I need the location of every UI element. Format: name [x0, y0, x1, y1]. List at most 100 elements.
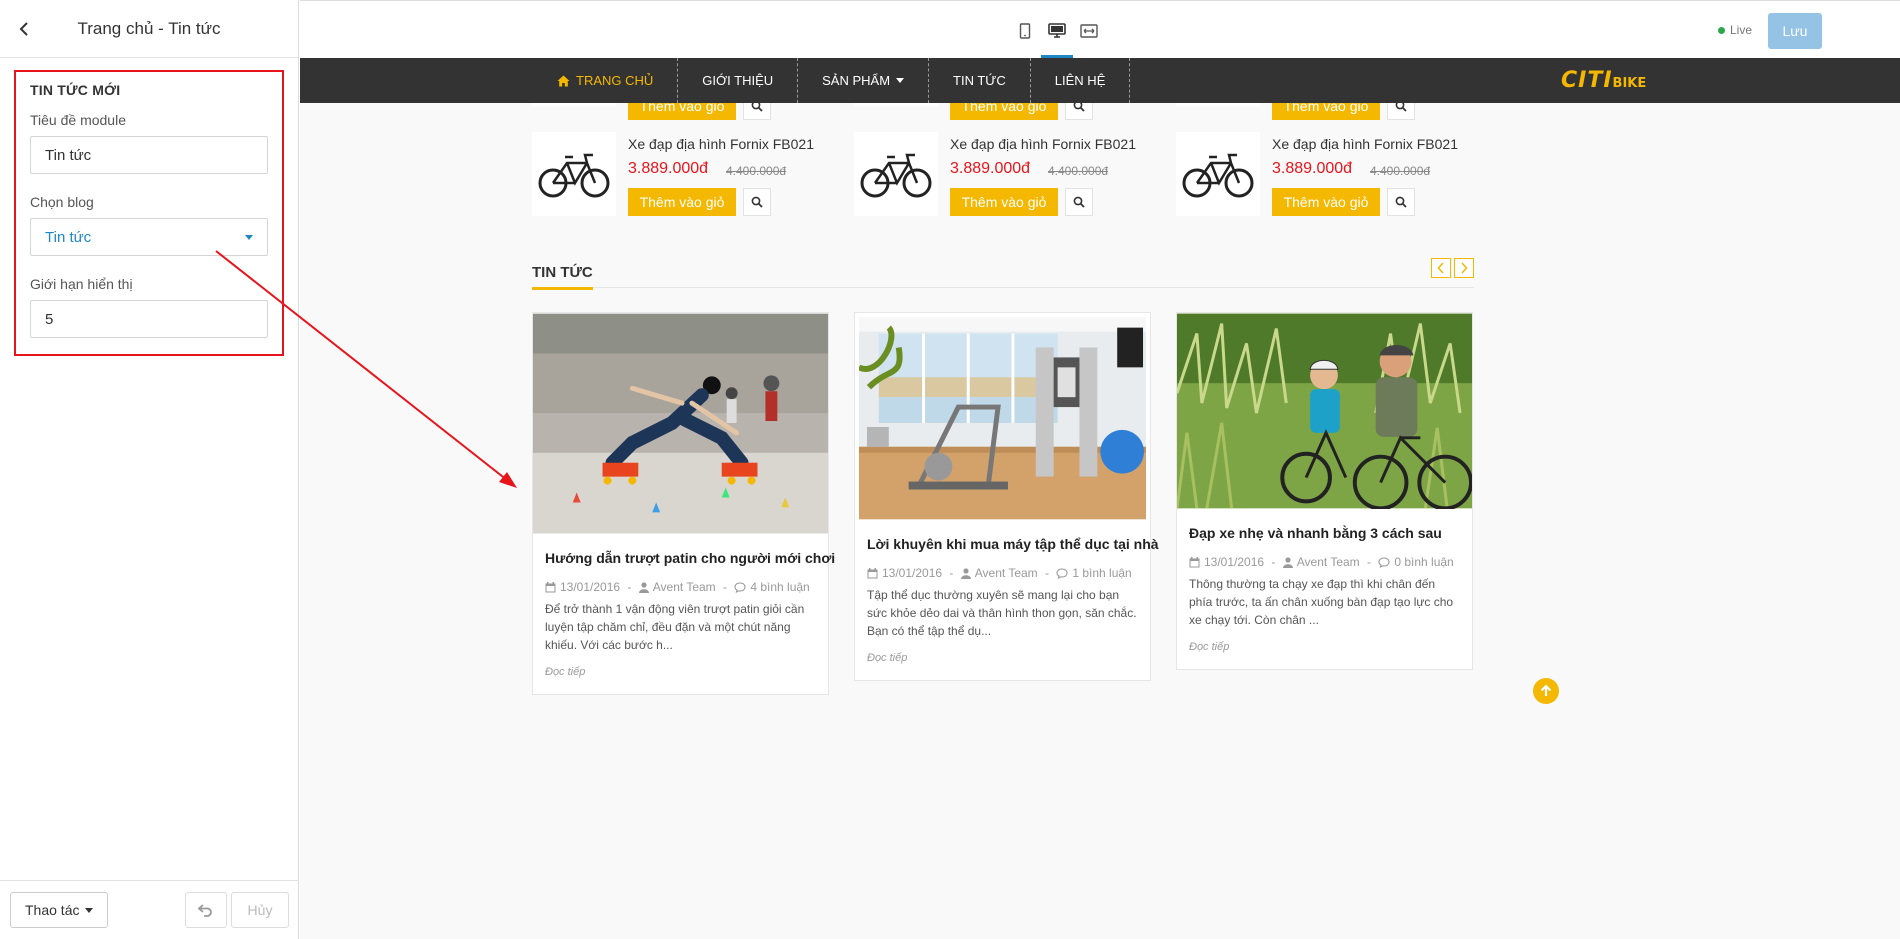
back-to-top-button[interactable]: [1533, 678, 1559, 704]
mobile-view-button[interactable]: [1015, 21, 1035, 41]
article-meta: 13/01/2016 - Avent Team - 0 bình luận: [1189, 555, 1460, 569]
article-title[interactable]: Đạp xe nhẹ và nhanh bằng 3 cách sau: [1189, 525, 1460, 541]
add-to-cart-button[interactable]: Thêm vào giỏ: [950, 188, 1058, 216]
news-prev-button[interactable]: [1431, 258, 1451, 278]
article-author: Avent Team: [652, 580, 716, 594]
nav-item-contact[interactable]: LIÊN HỆ: [1031, 58, 1131, 103]
undo-button[interactable]: [185, 892, 227, 928]
status-dot-icon: [1718, 26, 1725, 34]
news-carousel-arrows: [1431, 258, 1474, 278]
article-date: 13/01/2016: [882, 566, 943, 580]
product-name[interactable]: Xe đạp địa hình Fornix FB021: [1272, 136, 1458, 152]
nav-item-about[interactable]: GIỚI THIỆU: [678, 58, 799, 103]
nav-label: TIN TỨC: [953, 73, 1006, 88]
read-more-link[interactable]: Đọc tiếp: [1189, 641, 1229, 653]
product-item: Xe đạp địa hình Fornix FB021 3.889.000đ …: [854, 132, 1184, 216]
quick-view-button[interactable]: [1065, 188, 1093, 216]
home-icon: [557, 75, 570, 86]
article-image[interactable]: [859, 317, 1146, 520]
read-more-link[interactable]: Đọc tiếp: [867, 652, 907, 664]
meta-separator: -: [1363, 555, 1375, 569]
quick-view-button[interactable]: [1387, 188, 1415, 216]
logo-part-1: CITI: [1561, 68, 1613, 93]
editor-footer: Thao tác Hủy: [0, 880, 299, 939]
site-logo[interactable]: CITI BIKE: [1561, 68, 1646, 93]
blog-label: Chọn blog: [30, 194, 94, 210]
article-comments[interactable]: 0 bình luận: [1394, 555, 1453, 569]
user-icon: [960, 567, 971, 579]
product-image[interactable]: [1176, 132, 1260, 216]
meta-separator: -: [1041, 566, 1053, 580]
news-section-header: TIN TỨC: [532, 258, 1474, 290]
device-switcher: [1015, 21, 1099, 58]
news-next-button[interactable]: [1454, 258, 1474, 278]
article-body: Hướng dẫn trượt patin cho người mới chơi…: [533, 534, 835, 694]
blog-select-value: Tin tức: [45, 228, 92, 246]
logo-part-2: BIKE: [1612, 76, 1647, 91]
search-icon: [1395, 196, 1407, 208]
article-image-wrapper: [855, 313, 1150, 520]
comment-icon: [1378, 556, 1390, 568]
bicycle-image-icon: [860, 153, 932, 198]
article-image[interactable]: [533, 313, 828, 534]
article-title[interactable]: Hướng dẫn trượt patin cho người mới chơi: [545, 550, 835, 566]
nav-item-news[interactable]: TIN TỨC: [929, 58, 1031, 103]
product-old-price: 4.400.000đ: [1048, 164, 1109, 178]
editor-header: Trang chủ - Tin tức: [0, 0, 298, 58]
live-label: Live: [1730, 23, 1753, 37]
product-image[interactable]: [854, 132, 938, 216]
limit-input[interactable]: 5: [30, 300, 268, 338]
desktop-view-button[interactable]: [1041, 21, 1073, 58]
article-excerpt: Tập thể dục thường xuyên sẽ mang lại cho…: [867, 588, 1137, 638]
main-menu: TRANG CHỦ GIỚI THIỆU SẢN PHẨM TIN TỨC LI…: [533, 58, 1131, 103]
fullwidth-view-button[interactable]: [1079, 21, 1099, 41]
article-title[interactable]: Lời khuyên khi mua máy tập thể dục tại n…: [867, 536, 1159, 552]
article-author: Avent Team: [1296, 555, 1360, 569]
section-title: TIN TỨC MỚI: [30, 82, 121, 98]
nav-label: SẢN PHẨM: [822, 73, 891, 88]
desktop-icon: [1048, 23, 1066, 38]
blog-select[interactable]: Tin tức: [30, 218, 268, 256]
product-name[interactable]: Xe đạp địa hình Fornix FB021: [950, 136, 1136, 152]
article-card: Lời khuyên khi mua máy tập thể dục tại n…: [854, 312, 1159, 681]
news-section-title: TIN TỨC: [532, 264, 593, 290]
article-body: Đạp xe nhẹ và nhanh bằng 3 cách sau 13/0…: [1177, 509, 1472, 669]
nav-label: LIÊN HỆ: [1054, 73, 1106, 88]
article-image[interactable]: [1177, 313, 1472, 509]
product-price: 3.889.000đ: [950, 160, 1031, 177]
bicycle-image-icon: [538, 153, 610, 198]
undo-icon: [198, 904, 212, 917]
product-image[interactable]: [532, 132, 616, 216]
site-preview: TRANG CHỦ GIỚI THIỆU SẢN PHẨM TIN TỨC LI…: [300, 58, 1900, 939]
article-comments[interactable]: 4 bình luận: [750, 580, 809, 594]
caret-down-icon: [245, 234, 253, 240]
actions-label: Thao tác: [25, 902, 80, 918]
add-to-cart-button[interactable]: Thêm vào giỏ: [628, 188, 736, 216]
nav-item-products[interactable]: SẢN PHẨM: [798, 58, 930, 103]
actions-dropdown-button[interactable]: Thao tác: [10, 892, 109, 928]
user-icon: [1282, 556, 1293, 568]
article-comments[interactable]: 1 bình luận: [1072, 566, 1131, 580]
chevron-left-icon: [19, 22, 28, 36]
chevron-left-icon: [1437, 262, 1444, 274]
live-status: Live: [1718, 23, 1752, 37]
save-button[interactable]: Lưu: [1768, 13, 1822, 49]
article-meta: 13/01/2016 - Avent Team - 1 bình luận: [867, 566, 1138, 580]
product-name[interactable]: Xe đạp địa hình Fornix FB021: [628, 136, 814, 152]
read-more-link[interactable]: Đọc tiếp: [545, 666, 585, 678]
module-title-input[interactable]: Tin tức: [30, 136, 268, 174]
editor-panel: Trang chủ - Tin tức TIN TỨC MỚI Tiêu đề …: [0, 0, 299, 939]
article-card: Hướng dẫn trượt patin cho người mới chơi…: [532, 312, 835, 695]
limit-label: Giới hạn hiển thị: [30, 276, 133, 292]
limit-value: 5: [45, 310, 54, 328]
product-price: 3.889.000đ: [1272, 160, 1353, 177]
add-to-cart-button[interactable]: Thêm vào giỏ: [1272, 188, 1380, 216]
back-button[interactable]: [10, 14, 38, 44]
nav-item-home[interactable]: TRANG CHỦ: [533, 58, 679, 103]
site-navbar: TRANG CHỦ GIỚI THIỆU SẢN PHẨM TIN TỨC LI…: [300, 58, 1900, 103]
cancel-button[interactable]: Hủy: [231, 892, 289, 928]
quick-view-button[interactable]: [743, 188, 771, 216]
article-body: Lời khuyên khi mua máy tập thể dục tại n…: [855, 520, 1159, 680]
meta-separator: -: [1268, 555, 1279, 569]
nav-label: GIỚI THIỆU: [702, 73, 774, 88]
